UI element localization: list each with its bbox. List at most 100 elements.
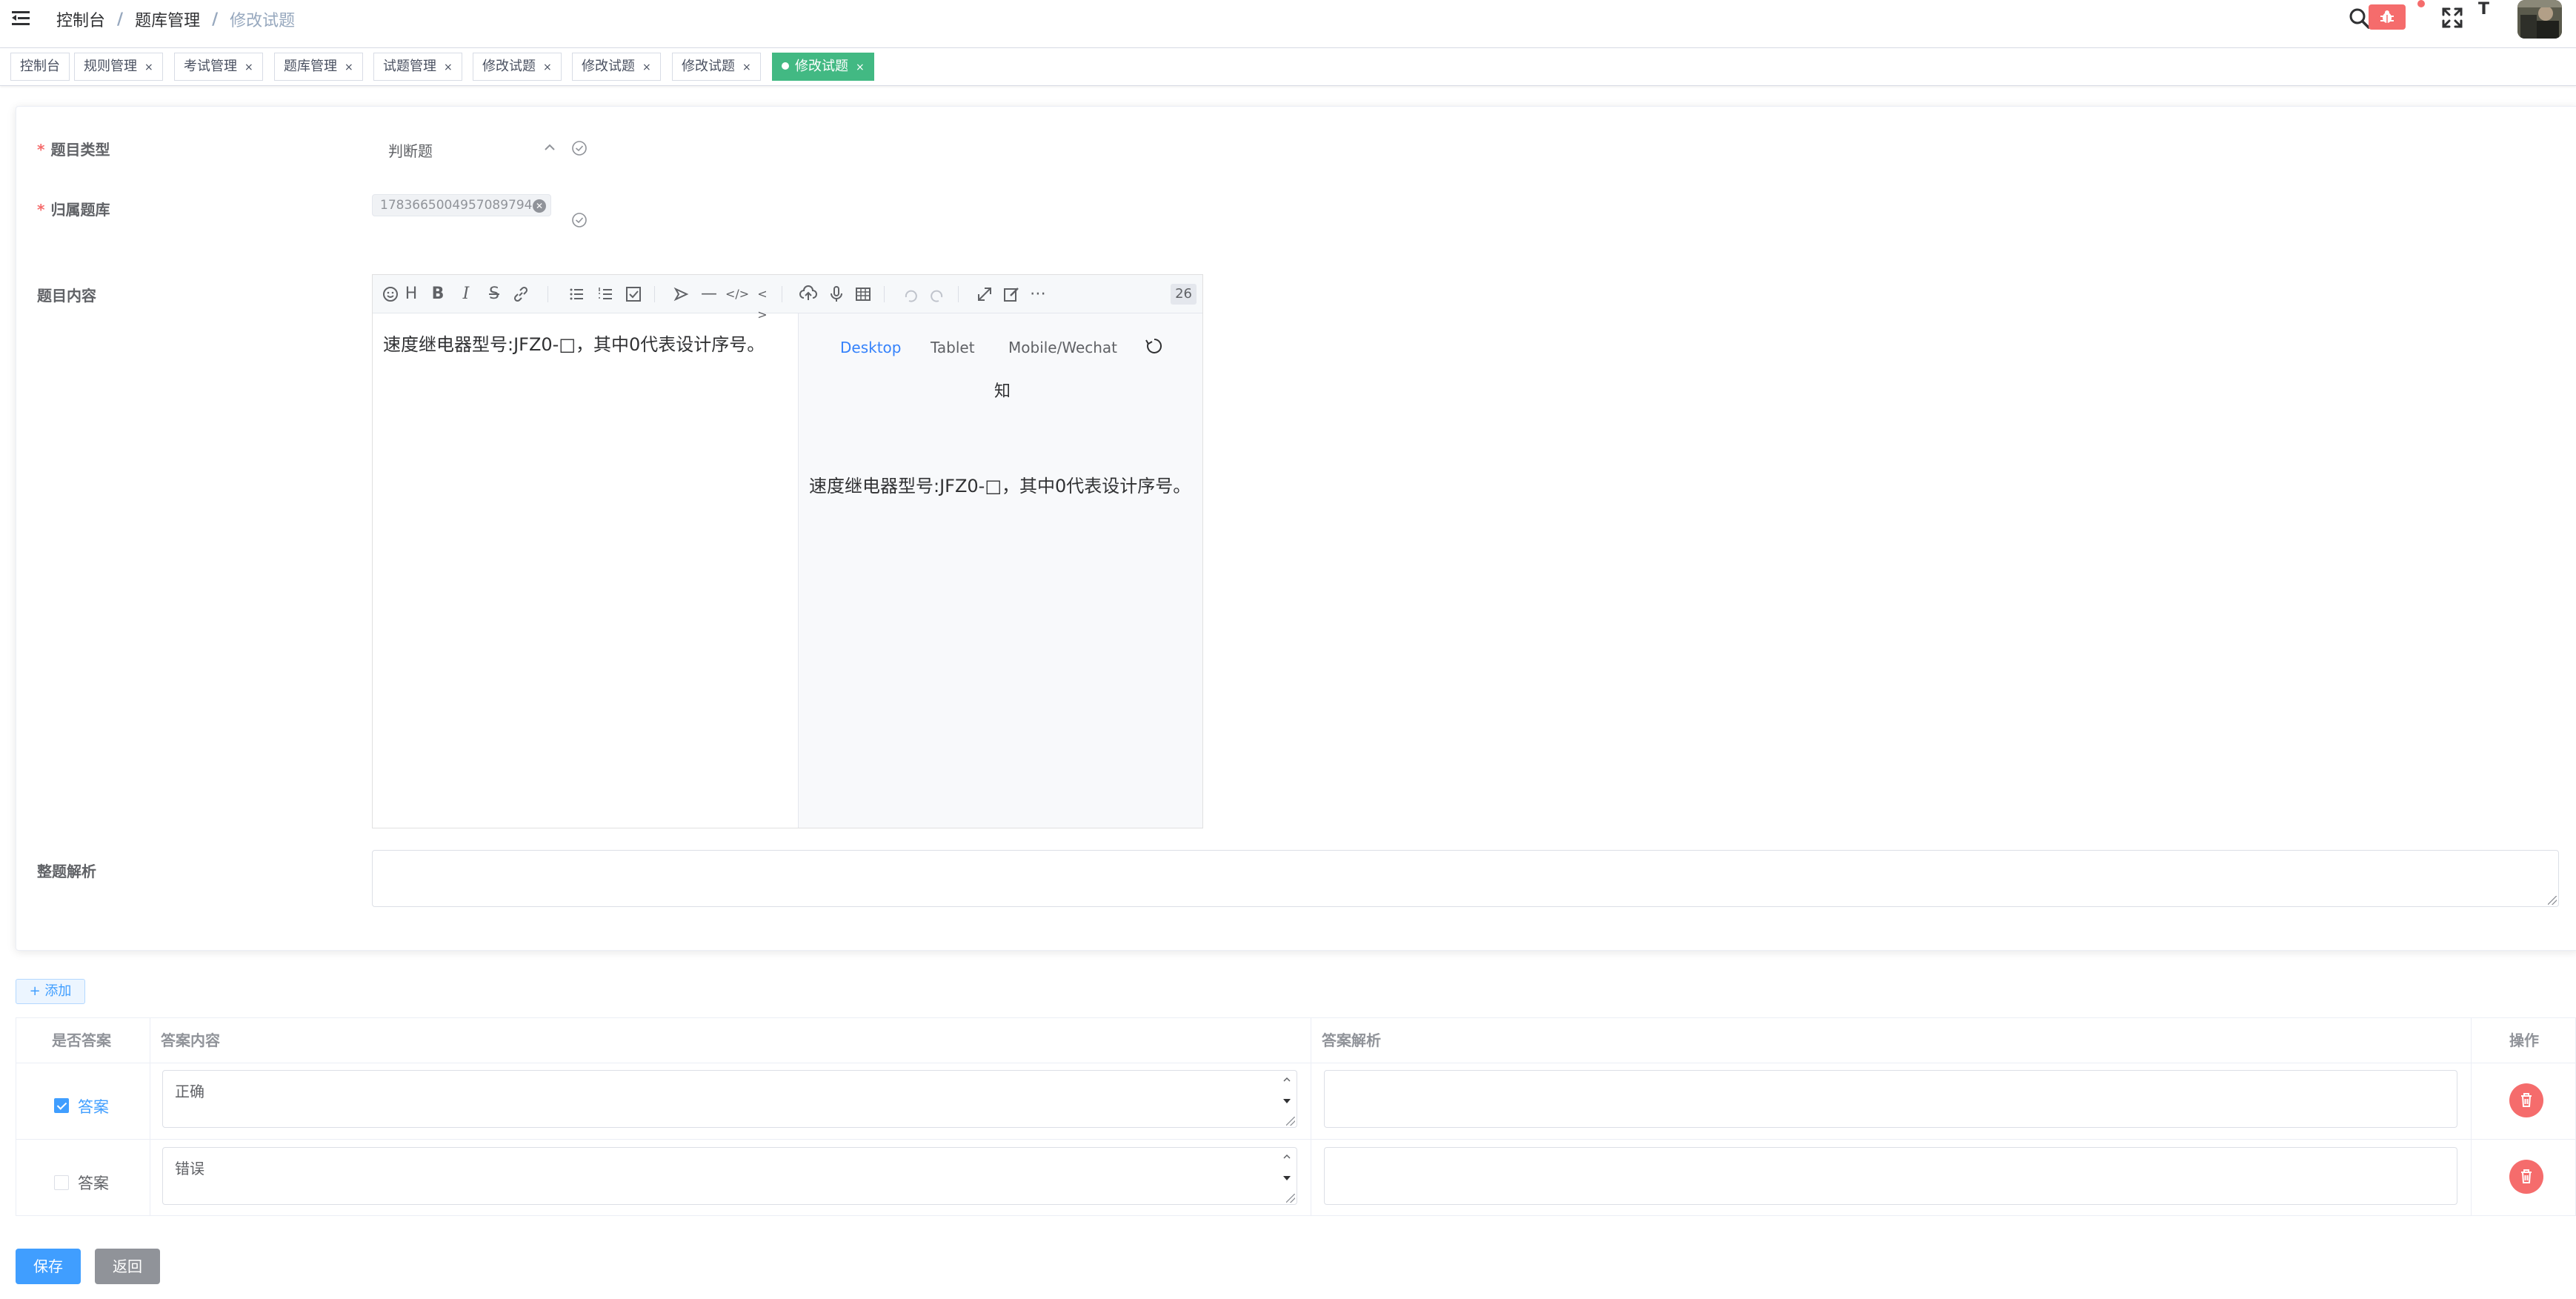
analysis-textarea[interactable] bbox=[372, 850, 2559, 907]
resize-handle[interactable] bbox=[2548, 896, 2557, 905]
edit-mode-icon[interactable] bbox=[1001, 284, 1022, 305]
word-count: 26 bbox=[1171, 284, 1197, 305]
save-button[interactable]: 保存 bbox=[16, 1249, 81, 1284]
fullscreen-icon[interactable] bbox=[2439, 4, 2466, 31]
question-type-label: * 题目类型 bbox=[37, 141, 110, 159]
tag-edit-question[interactable]: 修改试题 × bbox=[473, 53, 562, 81]
notification-dot bbox=[2417, 0, 2425, 7]
tab-tablet[interactable]: Tablet bbox=[931, 339, 975, 356]
close-icon[interactable]: × bbox=[244, 62, 253, 73]
editor-preview: Desktop Tablet Mobile/Wechat 知 速度继电器型号:J… bbox=[799, 313, 1202, 828]
refresh-icon[interactable] bbox=[1144, 336, 1165, 356]
table-header-is-answer: 是否答案 bbox=[52, 1031, 111, 1049]
chevron-up-icon bbox=[545, 144, 555, 150]
strikethrough-icon[interactable]: S bbox=[484, 284, 505, 305]
preview-content: 速度继电器型号:JFZ0-□，其中0代表设计序号。 bbox=[809, 476, 1191, 496]
close-icon[interactable]: × bbox=[144, 62, 153, 73]
answer-analysis-input[interactable] bbox=[1324, 1070, 2457, 1128]
unordered-list-icon[interactable] bbox=[567, 284, 588, 305]
breadcrumb-item-bank[interactable]: 题库管理 bbox=[135, 7, 200, 31]
italic-icon[interactable]: I bbox=[456, 284, 476, 305]
tag-question-manage[interactable]: 试题管理 × bbox=[373, 53, 462, 81]
analysis-label: 整题解析 bbox=[37, 863, 96, 880]
resize-handle[interactable] bbox=[1286, 1117, 1295, 1126]
chip-close-icon[interactable]: ✕ bbox=[533, 199, 546, 213]
table-icon[interactable] bbox=[853, 284, 873, 305]
breadcrumb-current: 修改试题 bbox=[230, 12, 296, 30]
quote-icon[interactable] bbox=[670, 284, 691, 305]
question-bank-label: * 归属题库 bbox=[37, 201, 110, 219]
tab-desktop[interactable]: Desktop bbox=[840, 339, 901, 356]
code-block-icon[interactable]: < > bbox=[752, 284, 773, 322]
breadcrumb-separator: / bbox=[212, 10, 219, 29]
back-button[interactable]: 返回 bbox=[95, 1249, 160, 1284]
answer-checkbox-label[interactable]: 答案 bbox=[78, 1095, 109, 1117]
close-icon[interactable]: × bbox=[543, 62, 552, 73]
validate-success-icon bbox=[572, 141, 587, 156]
table-header-content: 答案内容 bbox=[161, 1031, 220, 1049]
tag-exam-manage[interactable]: 考试管理 × bbox=[174, 53, 263, 81]
heading-icon[interactable]: H bbox=[401, 284, 422, 305]
horizontal-rule-icon[interactable]: — bbox=[699, 284, 719, 305]
inline-code-icon[interactable]: </> bbox=[725, 284, 749, 305]
question-type-value: 判断题 bbox=[388, 142, 433, 160]
editor-toolbar: H B I S — </> < > ⋯ 26 bbox=[373, 275, 1202, 322]
breadcrumb: 控制台 / 题库管理 / 修改试题 bbox=[56, 7, 295, 31]
preview-tabs: Desktop Tablet Mobile/Wechat 知 bbox=[799, 313, 1202, 401]
close-icon[interactable]: × bbox=[444, 62, 453, 73]
tag-rule-manage[interactable]: 规则管理 × bbox=[74, 53, 163, 81]
delete-button[interactable] bbox=[2509, 1160, 2543, 1194]
question-content-label: 题目内容 bbox=[37, 287, 96, 305]
table-header-analysis: 答案解析 bbox=[1322, 1031, 1381, 1049]
trash-icon bbox=[2521, 1169, 2532, 1183]
breadcrumb-separator: / bbox=[117, 10, 124, 29]
table-header-actions: 操作 bbox=[2509, 1031, 2539, 1049]
emoji-icon[interactable] bbox=[380, 284, 401, 305]
fullscreen-icon[interactable] bbox=[974, 284, 995, 305]
close-icon[interactable]: × bbox=[742, 62, 751, 73]
navbar: 控制台 / 题库管理 / 修改试题 T bbox=[0, 0, 2576, 39]
question-type-select[interactable]: 判断题 bbox=[372, 131, 557, 167]
resize-handle[interactable] bbox=[1286, 1194, 1295, 1203]
add-answer-button[interactable]: + 添加 bbox=[16, 979, 85, 1004]
microphone-icon[interactable] bbox=[826, 284, 847, 305]
bug-icon[interactable] bbox=[2369, 4, 2406, 30]
checklist-icon[interactable] bbox=[623, 284, 644, 305]
answer-content-input[interactable]: 正确 bbox=[162, 1070, 1297, 1128]
answer-analysis-input[interactable] bbox=[1324, 1147, 2457, 1205]
tag-edit-question[interactable]: 修改试题 × bbox=[572, 53, 661, 81]
redo-icon[interactable] bbox=[927, 284, 948, 305]
validate-success-icon bbox=[572, 213, 587, 227]
answer-table: 是否答案 答案内容 答案解析 操作 答案 正确 答案 错误 bbox=[16, 1017, 2576, 1216]
markdown-editor: H B I S — </> < > ⋯ 26 速度继电器型号:JFZ0-□，其中… bbox=[372, 274, 1203, 828]
tag-edit-question-active[interactable]: 修改试题 × bbox=[772, 53, 874, 81]
close-icon[interactable]: × bbox=[856, 62, 865, 73]
breadcrumb-item-dashboard[interactable]: 控制台 bbox=[56, 7, 105, 31]
upload-icon[interactable] bbox=[798, 284, 819, 305]
tag-bank-manage[interactable]: 题库管理 × bbox=[274, 53, 363, 81]
tag-dashboard[interactable]: 控制台 bbox=[10, 53, 70, 81]
avatar[interactable] bbox=[2517, 0, 2562, 39]
hamburger-menu-icon[interactable] bbox=[12, 10, 31, 27]
tags-view: 控制台 规则管理 × 考试管理 × 题库管理 × 试题管理 × 修改试题 × 修改试题 × … bbox=[0, 47, 2576, 86]
close-icon[interactable]: × bbox=[345, 62, 353, 73]
undo-icon[interactable] bbox=[900, 284, 921, 305]
delete-button[interactable] bbox=[2509, 1083, 2543, 1117]
more-icon[interactable]: ⋯ bbox=[1028, 284, 1048, 305]
close-icon[interactable]: × bbox=[642, 62, 651, 73]
zhihu-preview-tab[interactable]: 知 bbox=[994, 378, 1011, 402]
answer-checkbox-label[interactable]: 答案 bbox=[78, 1172, 109, 1194]
answer-checkbox[interactable] bbox=[54, 1175, 69, 1190]
editor-input[interactable]: 速度继电器型号:JFZ0-□，其中0代表设计序号。 bbox=[373, 313, 799, 828]
tab-mobile-wechat[interactable]: Mobile/Wechat bbox=[1008, 339, 1117, 356]
answer-content-input[interactable]: 错误 bbox=[162, 1147, 1297, 1205]
active-dot-icon bbox=[782, 62, 789, 70]
link-icon[interactable] bbox=[510, 284, 531, 305]
answer-checkbox[interactable] bbox=[54, 1098, 69, 1113]
trash-icon bbox=[2521, 1093, 2532, 1107]
bold-icon[interactable]: B bbox=[427, 284, 448, 305]
ordered-list-icon[interactable] bbox=[595, 284, 616, 305]
font-size-icon[interactable]: T bbox=[2478, 0, 2489, 19]
question-bank-chip: 1783665004957089794 ✕ bbox=[372, 194, 551, 216]
tag-edit-question[interactable]: 修改试题 × bbox=[672, 53, 761, 81]
